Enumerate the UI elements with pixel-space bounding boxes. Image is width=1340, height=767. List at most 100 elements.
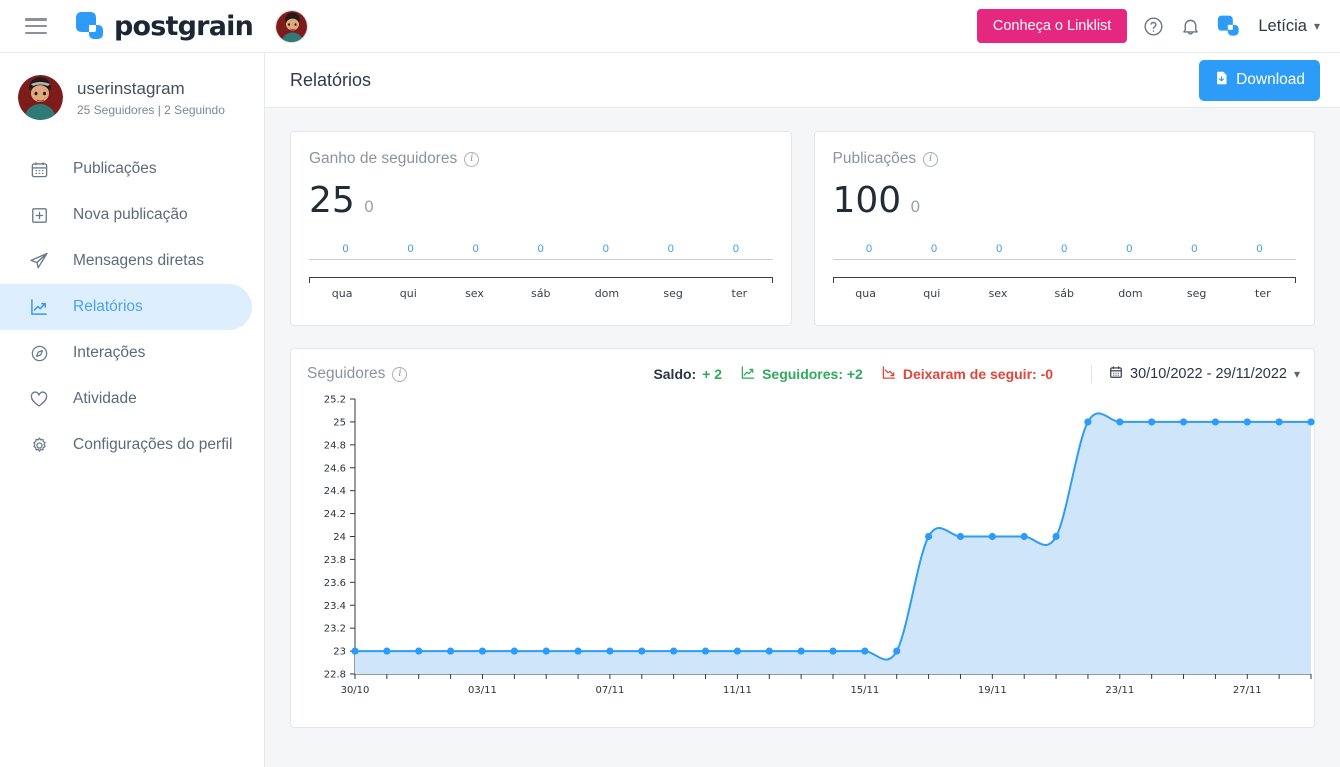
- file-download-icon: [1214, 70, 1229, 91]
- svg-text:23.8: 23.8: [324, 555, 346, 566]
- profile-name: userinstagram: [77, 78, 185, 98]
- svg-text:23: 23: [333, 647, 346, 658]
- svg-text:24: 24: [333, 532, 346, 543]
- heart-icon: [28, 389, 50, 409]
- sidebar-profile[interactable]: userinstagram 25 Seguidores | 2 Seguindo: [0, 53, 264, 120]
- svg-text:23/11: 23/11: [1105, 685, 1134, 696]
- followers-title-label: Seguidores: [307, 365, 386, 382]
- card-value: 25: [309, 180, 355, 221]
- mini-chart-axis: [309, 277, 773, 283]
- legend-gained: Seguidores: +2: [740, 365, 863, 383]
- followers-chart-title: Seguidores i: [307, 365, 408, 383]
- chevron-down-icon: ▾: [1313, 19, 1320, 33]
- sidebar: userinstagram 25 Seguidores | 2 Seguindo…: [0, 53, 265, 767]
- mini-day: sáb: [1054, 287, 1074, 300]
- mini-chart-axis: [832, 277, 1296, 283]
- sidebar-item-label: Atividade: [73, 390, 137, 407]
- sidebar-item-nova-publicacao[interactable]: Nova publicação: [0, 192, 252, 238]
- svg-text:22.8: 22.8: [324, 670, 346, 681]
- profile-avatar: [18, 75, 63, 120]
- mini-value: 0: [1256, 243, 1263, 255]
- mini-value: 0: [1061, 243, 1068, 255]
- svg-text:24.4: 24.4: [324, 486, 346, 497]
- saldo-label: Saldo:: [653, 366, 697, 382]
- app-logo[interactable]: postgrain: [75, 10, 254, 42]
- card-title-label: Ganho de seguidores: [309, 150, 458, 167]
- logo-text: postgrain: [114, 10, 254, 42]
- instagram-account-avatar[interactable]: [275, 9, 308, 43]
- card-delta: 0: [910, 197, 921, 216]
- card-seguidores: Seguidores i Saldo: + 2 Seguidores: +2 D…: [290, 348, 1315, 728]
- sidebar-item-label: Relatórios: [73, 298, 143, 315]
- linklist-button[interactable]: Conheça o Linklist: [976, 9, 1128, 43]
- mini-chart-values: 0 0 0 0 0 0 0: [309, 243, 773, 255]
- svg-text:25: 25: [333, 417, 346, 428]
- main-content: Relatórios Download Ganho de seguidores …: [265, 53, 1340, 767]
- followers-chart-header: Seguidores i Saldo: + 2 Seguidores: +2 D…: [307, 365, 1300, 383]
- bell-icon[interactable]: [1180, 16, 1201, 37]
- download-button-label: Download: [1236, 71, 1305, 88]
- svg-text:11/11: 11/11: [723, 685, 752, 696]
- sidebar-item-relatorios[interactable]: Relatórios: [0, 284, 252, 330]
- sidebar-item-mensagens-diretas[interactable]: Mensagens diretas: [0, 238, 252, 284]
- postgrain-square-icon[interactable]: [1217, 14, 1242, 39]
- legend-lost: Deixaram de seguir: -0: [881, 365, 1053, 383]
- sidebar-item-configuracoes-do-perfil[interactable]: Configurações do perfil: [0, 422, 252, 468]
- info-icon[interactable]: i: [392, 366, 408, 382]
- followers-chart[interactable]: 25.2 25 24.8 24.6 24.4 24.2 24 23.8 23.6 23.4 23.2…: [307, 391, 1315, 711]
- info-icon[interactable]: i: [464, 151, 480, 167]
- date-range-picker[interactable]: 30/10/2022 - 29/11/2022 ▾: [1091, 365, 1300, 383]
- mini-day: dom: [594, 287, 620, 300]
- profile-stats: 25 Seguidores | 2 Seguindo: [77, 103, 225, 118]
- paper-plane-icon: [28, 251, 50, 271]
- mini-value: 0: [602, 243, 609, 255]
- gear-icon: [28, 436, 50, 455]
- mini-day: qui: [923, 287, 941, 300]
- page-header: Relatórios Download: [265, 53, 1340, 108]
- saldo-value: + 2: [702, 366, 723, 382]
- card-delta: 0: [363, 197, 374, 216]
- svg-text:24.6: 24.6: [324, 463, 346, 474]
- mini-value: 0: [732, 243, 739, 255]
- mini-chart-day-labels: qua qui sex sáb dom seg ter: [833, 287, 1297, 300]
- sidebar-item-label: Mensagens diretas: [73, 252, 204, 269]
- chevron-down-icon: ▾: [1293, 367, 1300, 381]
- sidebar-item-label: Publicações: [73, 160, 157, 177]
- svg-text:24.2: 24.2: [324, 509, 346, 520]
- sidebar-item-atividade[interactable]: Atividade: [0, 376, 252, 422]
- mini-value: 0: [1191, 243, 1198, 255]
- user-name-label: Letícia: [1258, 16, 1307, 35]
- mini-value: 0: [996, 243, 1003, 255]
- mini-chart: 0 0 0 0 0 0 0 qua qui sex sáb dom seg te…: [832, 243, 1297, 300]
- card-title: Ganho de seguidores i: [309, 150, 773, 168]
- svg-text:23.2: 23.2: [324, 624, 346, 635]
- info-icon[interactable]: i: [923, 151, 939, 167]
- calendar-icon: [28, 160, 50, 179]
- mini-day: ter: [1255, 287, 1271, 300]
- svg-text:27/11: 27/11: [1233, 685, 1262, 696]
- card-title: Publicações i: [833, 150, 1297, 168]
- sidebar-item-publicacoes[interactable]: Publicações: [0, 146, 252, 192]
- mini-value: 0: [407, 243, 414, 255]
- top-bar: postgrain Conheça o Linklist Letícia ▾: [0, 0, 1340, 53]
- download-button[interactable]: Download: [1199, 59, 1320, 101]
- mini-day: qua: [331, 287, 353, 300]
- calendar-icon: [1109, 365, 1123, 383]
- hamburger-icon[interactable]: [25, 18, 47, 34]
- sidebar-item-interacoes[interactable]: Interações: [0, 330, 252, 376]
- card-value-row: 25 0: [309, 180, 773, 221]
- mini-chart-day-labels: qua qui sex sáb dom seg ter: [309, 287, 773, 300]
- mini-chart: 0 0 0 0 0 0 0 qua qui sex sáb dom seg te…: [309, 243, 773, 300]
- sidebar-nav: Publicações Nova publicação Mensagens di…: [0, 146, 264, 468]
- help-circle-icon[interactable]: [1143, 16, 1164, 37]
- mini-day: qui: [399, 287, 417, 300]
- topbar-actions: Conheça o Linklist Letícia ▾: [976, 9, 1340, 43]
- mini-day: dom: [1118, 287, 1143, 300]
- mini-day: sex: [465, 287, 484, 300]
- mini-day: ter: [731, 287, 748, 300]
- page-title: Relatórios: [290, 69, 372, 90]
- mini-day: seg: [1186, 287, 1207, 300]
- date-range-label: 30/10/2022 - 29/11/2022: [1130, 366, 1287, 382]
- plus-square-icon: [28, 206, 50, 225]
- user-menu[interactable]: Letícia ▾: [1258, 17, 1320, 36]
